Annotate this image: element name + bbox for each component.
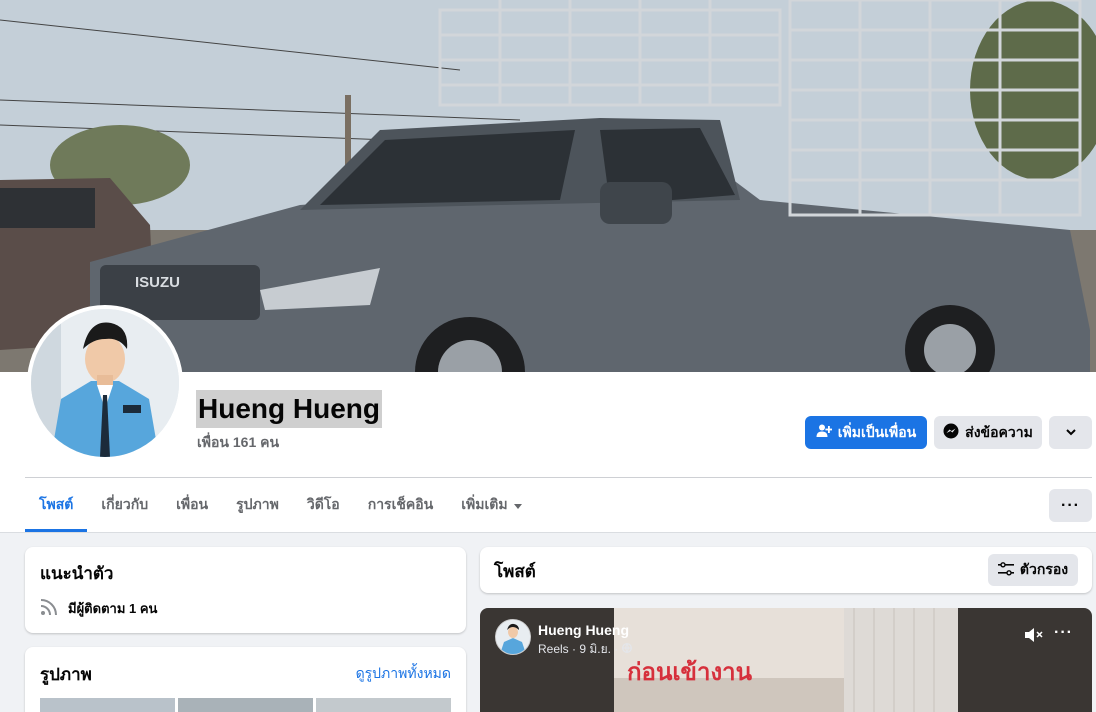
followers-text: มีผู้ติดตาม 1 คน [68, 601, 158, 616]
more-actions-button[interactable] [1049, 416, 1092, 449]
posts-header-card: โพสต์ ตัวกรอง [480, 547, 1092, 593]
sliders-icon [997, 561, 1014, 579]
photo-thumbnail[interactable] [178, 698, 313, 712]
vehicle-badge: ISUZU [135, 274, 180, 291]
tabs-more-options-button[interactable]: ··· [1049, 489, 1092, 522]
posts-title: โพสต์ [494, 562, 536, 581]
add-friend-button[interactable]: เพิ่มเป็นเพื่อน [805, 416, 927, 449]
reel-post[interactable]: ก่อนเข้างาน Hueng Hueng Reels · 9 มิ.ย. … [480, 608, 1092, 712]
photos-card: รูปภาพ ดูรูปภาพทั้งหมด [25, 647, 466, 712]
tab-about[interactable]: เกี่ยวกับ [87, 478, 162, 532]
mute-icon[interactable] [1023, 626, 1045, 644]
chevron-down-icon [1065, 425, 1077, 441]
intro-card: แนะนำตัว มีผู้ติดตาม 1 คน [25, 547, 466, 633]
profile-tabs: โพสต์ เกี่ยวกับ เพื่อน รูปภาพ วิดีโอ การ… [25, 478, 536, 532]
tab-more[interactable]: เพิ่มเติม [447, 478, 535, 532]
globe-icon [621, 642, 632, 656]
reel-overlay-text: ก่อนเข้างาน [627, 658, 753, 686]
intro-title: แนะนำตัว [40, 564, 114, 583]
followers-row[interactable]: มีผู้ติดตาม 1 คน [40, 598, 157, 619]
ellipsis-icon: ··· [1061, 496, 1080, 514]
tab-posts[interactable]: โพสต์ [25, 478, 88, 532]
reel-author-avatar[interactable] [495, 619, 531, 655]
tab-photos[interactable]: รูปภาพ [222, 478, 293, 532]
cover-photo[interactable]: ISUZU [0, 0, 1096, 372]
photo-thumbnail[interactable] [316, 698, 451, 712]
reel-meta[interactable]: Reels · 9 มิ.ย. · [538, 640, 632, 659]
filter-label: ตัวกรอง [1019, 561, 1069, 577]
see-all-photos-link[interactable]: ดูรูปภาพทั้งหมด [356, 663, 451, 685]
tabs-bottom-border [0, 532, 1096, 533]
profile-avatar[interactable] [27, 305, 183, 461]
reel-options-ellipsis-icon[interactable]: ··· [1054, 624, 1073, 642]
reel-author-name[interactable]: Hueng Hueng [538, 622, 629, 638]
friends-count[interactable]: เพื่อน 161 คน [197, 432, 279, 454]
add-friend-label: เพิ่มเป็นเพื่อน [837, 423, 917, 440]
message-label: ส่งข้อความ [965, 423, 1033, 440]
profile-name: Hueng Hueng [196, 390, 382, 428]
add-user-icon [816, 423, 833, 442]
tab-videos[interactable]: วิดีโอ [293, 478, 354, 532]
filter-button[interactable]: ตัวกรอง [988, 554, 1078, 586]
photos-title: รูปภาพ [40, 665, 92, 684]
caret-down-icon [513, 497, 522, 513]
messenger-icon [943, 423, 959, 442]
message-button[interactable]: ส่งข้อความ [934, 416, 1042, 449]
rss-icon [40, 598, 58, 619]
tab-friends[interactable]: เพื่อน [162, 478, 222, 532]
photo-thumbnail[interactable] [40, 698, 175, 712]
tab-checkins[interactable]: การเช็คอิน [354, 478, 448, 532]
